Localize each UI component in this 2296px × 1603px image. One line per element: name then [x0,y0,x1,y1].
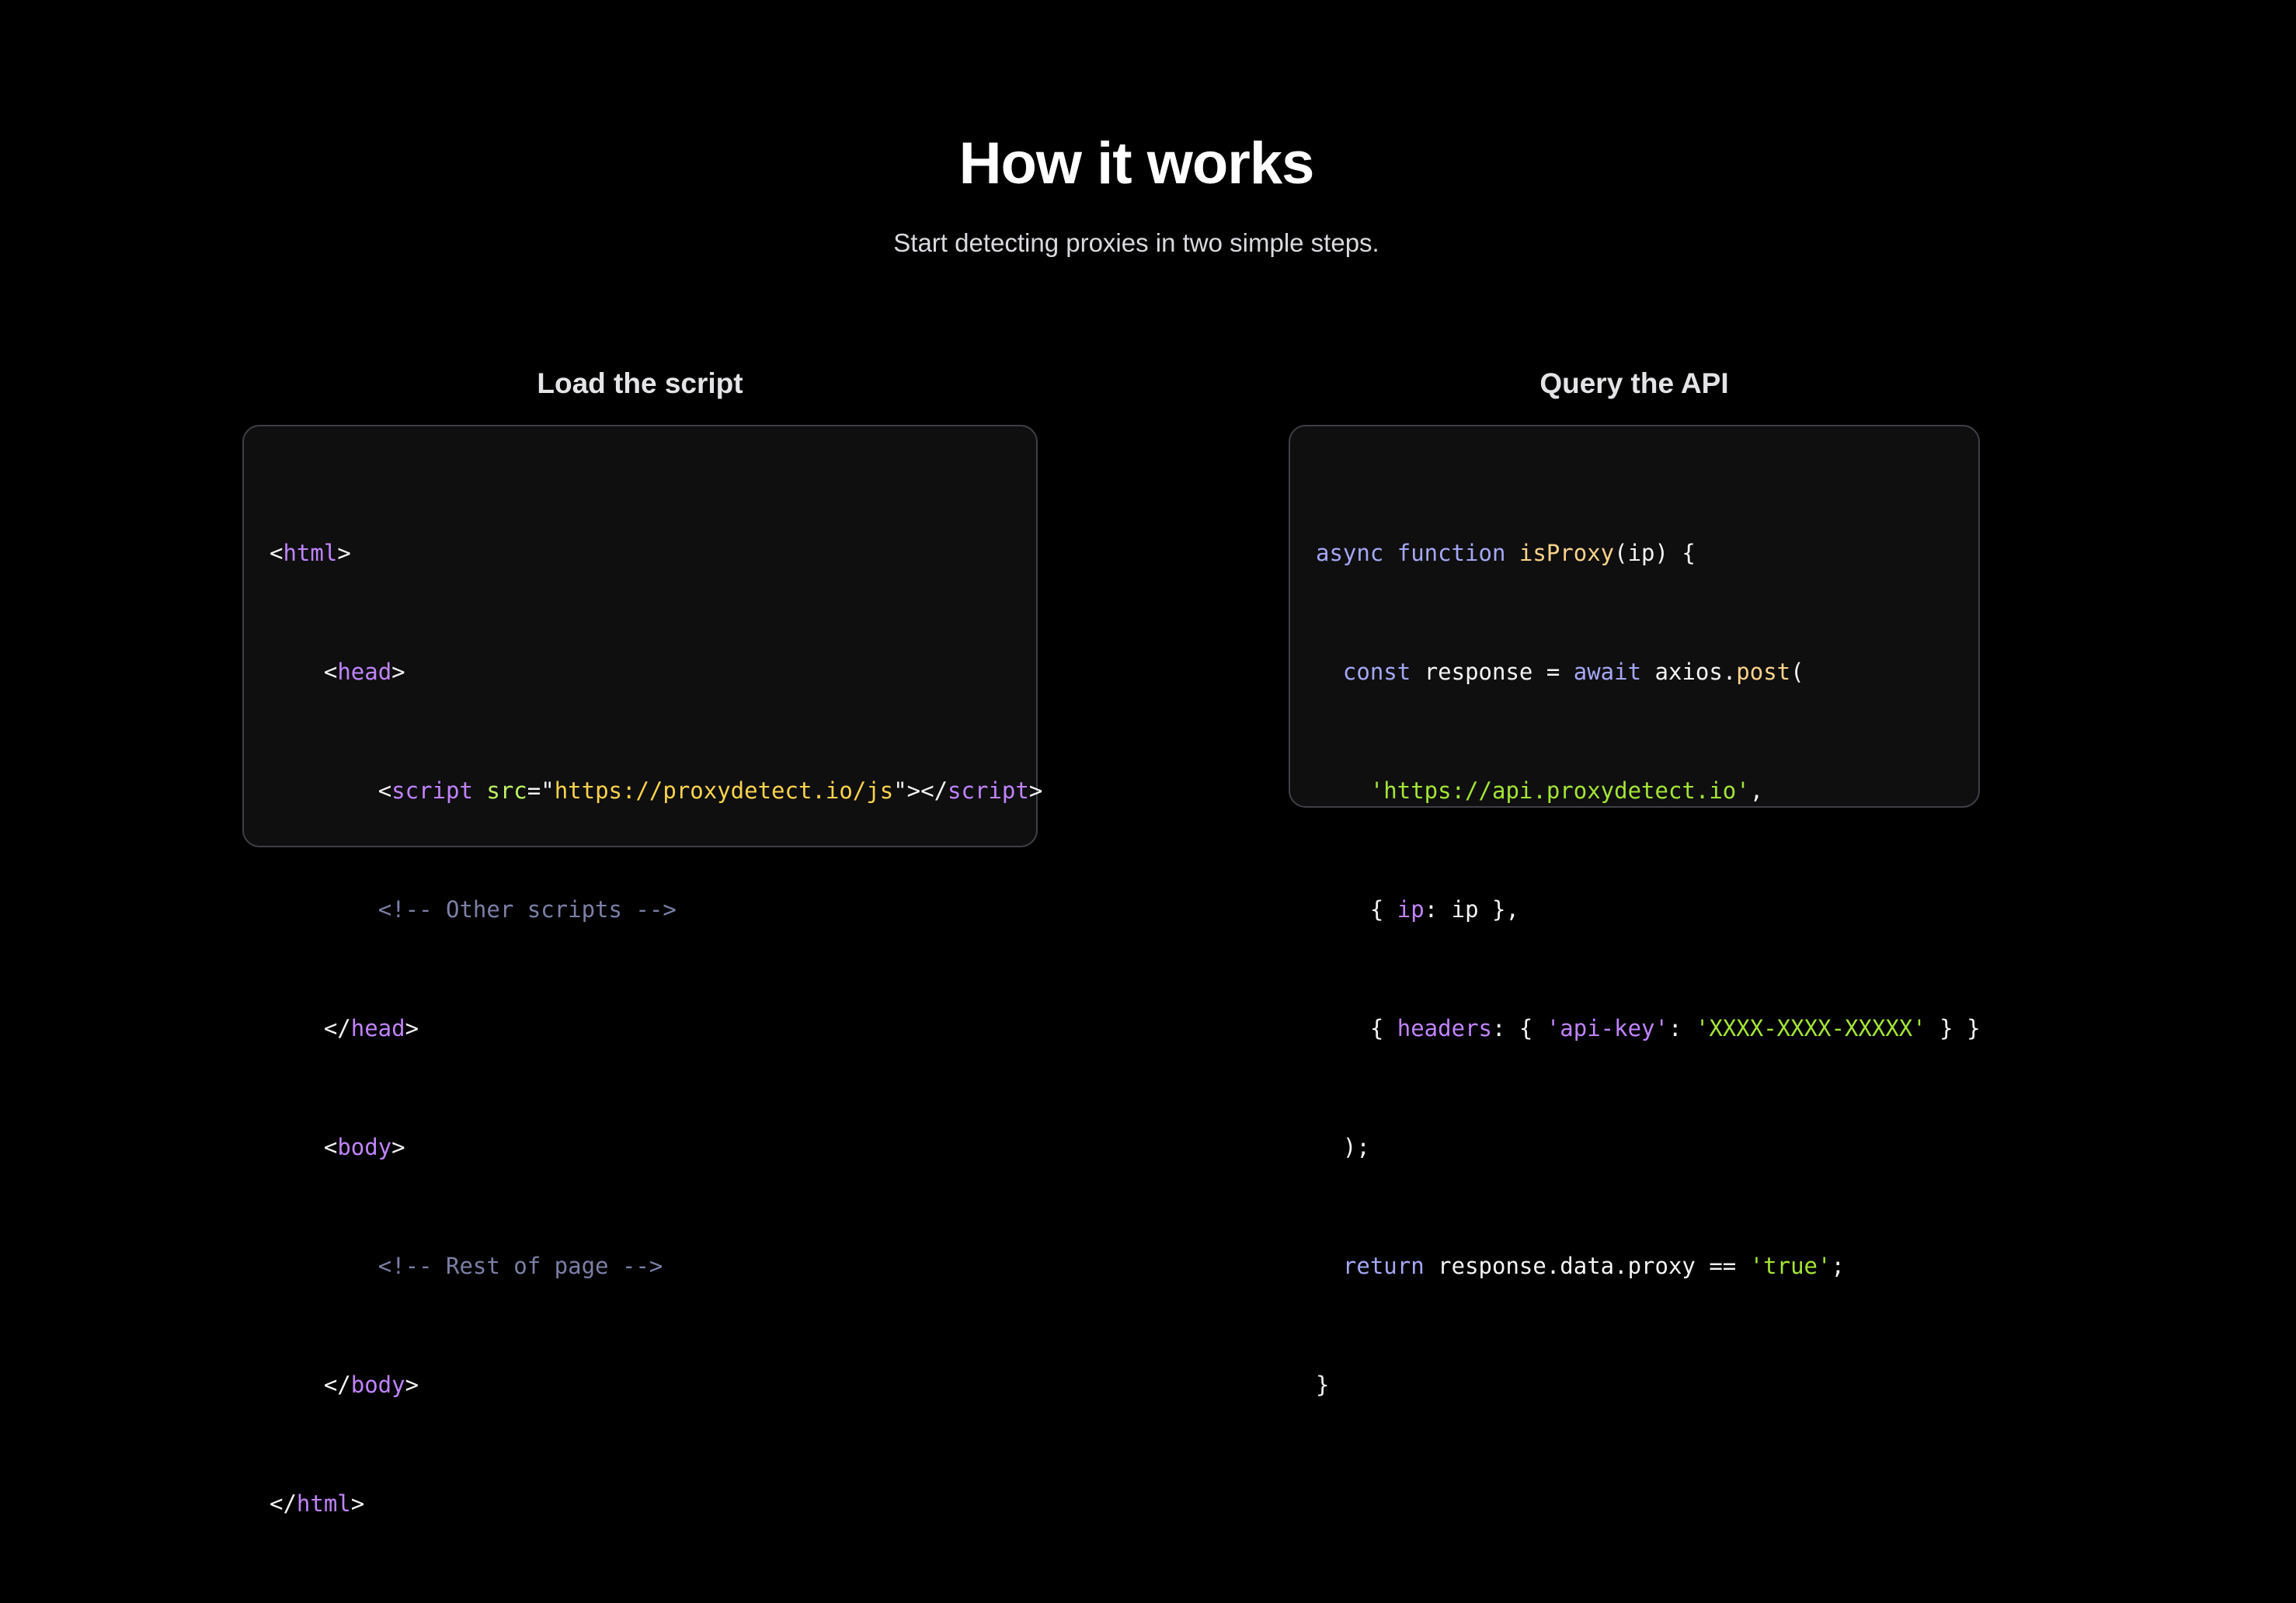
code-line: async function isProxy(ip) { [1316,540,1696,566]
code-line: ); [1342,1134,1370,1160]
step-query-api-heading: Query the API [1539,367,1729,399]
section-subtitle: Start detecting proxies in two simple st… [893,228,1379,257]
step-load-script-heading: Load the script [537,367,743,399]
code-line: <!-- Other scripts --> [377,896,677,923]
code-line: const response = await axios.post( [1342,659,1804,685]
code-line: <html> [270,540,351,566]
code-line: { ip: ip }, [1369,896,1519,923]
code-line: { headers: { 'api-key': 'XXXX-XXXX-XXXXX… [1369,1015,1981,1041]
section-title: How it works [958,130,1315,196]
code-line: </body> [323,1372,419,1398]
code-line: 'https://api.proxydetect.io', [1369,777,1764,804]
how-it-works-section: How it works Start detecting proxies in … [0,0,2296,1517]
code-line: <!-- Rest of page --> [377,1253,663,1279]
query-api-code-block[interactable]: async function isProxy(ip) { const respo… [1289,425,1981,1398]
load-script-code-block[interactable]: <html> <head> <script src="https://proxy… [242,425,1043,1517]
code-line: <head> [323,659,405,685]
code-line: return response.data.proxy == 'true'; [1342,1253,1845,1279]
code-line: </head> [323,1015,419,1041]
code-line: } [1316,1372,1330,1398]
code-line: <script src="https://proxydetect.io/js">… [377,777,1043,804]
code-line: </html> [270,1490,365,1517]
code-line: <body> [323,1134,405,1160]
